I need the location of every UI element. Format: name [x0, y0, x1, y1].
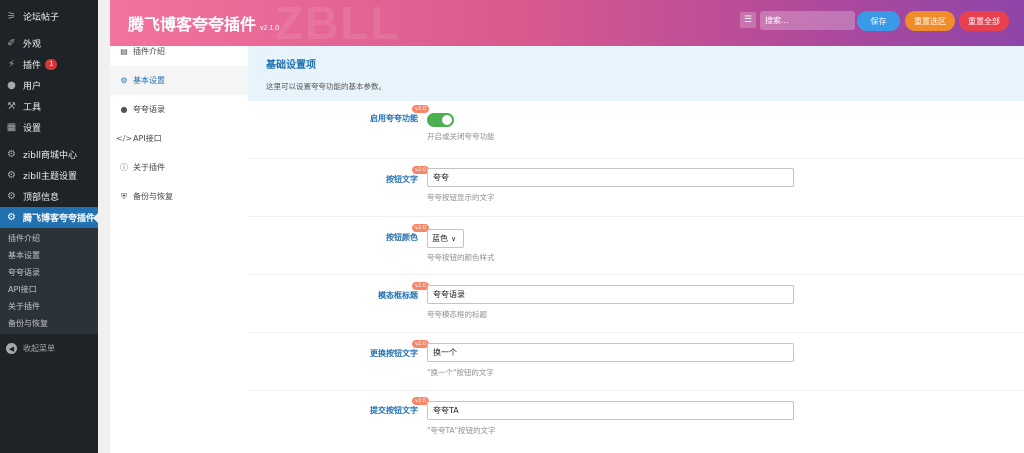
gear-icon: ⚙	[7, 211, 16, 223]
section-title: 基础设置项	[266, 60, 316, 71]
menu-item-zibll-theme[interactable]: ⚙ zibll主题设置	[0, 165, 98, 186]
code-icon: </>	[115, 134, 133, 143]
nav-quotes[interactable]: ● 夸夸语录	[110, 95, 248, 124]
user-icon: ●	[7, 79, 16, 91]
submenu-backup[interactable]: 备份与恢复	[0, 315, 98, 332]
submenu-quotes[interactable]: 夸夸语录	[0, 264, 98, 281]
field-label: 更换按钮文字	[370, 349, 418, 358]
collapse-icon: ◀	[6, 343, 17, 354]
field-help: 开启或关闭夸夸功能	[427, 132, 495, 141]
plug-icon: ⚡	[7, 58, 16, 70]
field-change-text: 更换按钮文字 v2.0 "换一个"按钮的文字	[248, 333, 1024, 391]
nav-basic-settings[interactable]: ⚙ 基本设置	[110, 66, 248, 95]
menu-item-top-info[interactable]: ⚙ 顶部信息	[0, 186, 98, 207]
section-description: 这里可以设置夸夸功能的基本参数。	[266, 82, 386, 91]
header-watermark: ZBLL	[275, 0, 401, 46]
change-button-text-input[interactable]	[427, 343, 794, 362]
settings-icon: ▦	[6, 121, 17, 133]
nav-about[interactable]: ⓘ 关于插件	[110, 153, 248, 182]
plugin-update-badge: 1	[45, 59, 58, 70]
submenu-api[interactable]: API接口	[0, 281, 98, 298]
field-help: 夸夸按钮的颜色样式	[427, 253, 495, 262]
reset-section-button[interactable]: 重置选区	[905, 11, 955, 31]
wp-admin-sidebar: ⚞ 论坛帖子 ✐ 外观 ⚡ 插件 1 ● 用户 ⚒ 工具 ▦ 设置 ⚙ zibll商城中心 ⚙ z…	[0, 0, 98, 453]
menu-item-forum[interactable]: ⚞ 论坛帖子	[0, 6, 98, 27]
menu-item-settings[interactable]: ▦ 设置	[0, 117, 98, 138]
field-enable: 启用夸夸功能 v2.0 开启或关闭夸夸功能	[248, 101, 1024, 159]
version-badge: v2.0	[412, 105, 429, 113]
field-modal-title: 模态框标题 v2.0 夸夸模态框的标题	[248, 275, 1024, 333]
field-button-text: 按钮文字 v2.0 夸夸按钮显示的文字	[248, 159, 1024, 217]
options-header: ZBLL 腾飞博客夸夸插件v2.1.0 ☰ 保存 重置选区 重置全部	[110, 0, 1024, 46]
field-label: 提交按钮文字	[370, 406, 418, 415]
collapse-menu-button[interactable]: ◀ 收起菜单	[0, 338, 98, 359]
submenu-intro[interactable]: 插件介绍	[0, 230, 98, 247]
field-button-color: 按钮颜色 v2.0 蓝色 ∨ 夸夸按钮的颜色样式	[248, 217, 1024, 275]
field-submit-text: 提交按钮文字 v2.0 "夸夸TA"按钮的文字	[248, 391, 1024, 449]
gear-icon: ⚙	[7, 148, 16, 160]
field-help: 夸夸按钮显示的文字	[427, 193, 495, 202]
enable-toggle[interactable]	[427, 113, 454, 127]
submit-button-text-input[interactable]	[427, 401, 794, 420]
options-search-input[interactable]	[760, 11, 855, 30]
button-color-select[interactable]: 蓝色 ∨	[427, 229, 464, 248]
info-icon: ⓘ	[120, 163, 128, 172]
menu-item-users[interactable]: ● 用户	[0, 75, 98, 96]
gear-icon: ⚙	[7, 190, 16, 202]
toggle-knob	[442, 115, 452, 125]
field-help: "换一个"按钮的文字	[427, 368, 494, 377]
reset-all-button[interactable]: 重置全部	[959, 11, 1009, 31]
field-label: 模态框标题	[378, 291, 418, 300]
field-label: 按钮颜色	[386, 233, 418, 242]
forum-icon: ⚞	[7, 10, 16, 22]
menu-item-appearance[interactable]: ✐ 外观	[0, 33, 98, 54]
nav-backup[interactable]: ⛨ 备份与恢复	[110, 182, 248, 211]
nav-api[interactable]: </> API接口	[110, 124, 248, 153]
options-nav: ▤ 插件介绍 ⚙ 基本设置 ● 夸夸语录 </> API接口 ⓘ 关于插件 ⛨ 备份与恢复	[110, 37, 248, 453]
shield-icon: ⛨	[121, 191, 127, 201]
submenu-about[interactable]: 关于插件	[0, 298, 98, 315]
section-heading: 基础设置项 这里可以设置夸夸功能的基本参数。	[248, 46, 1024, 101]
menu-item-kuakua-plugin[interactable]: ⚙ 腾飞博客夸夸插件	[0, 207, 98, 228]
header-title: 腾飞博客夸夸插件 v2.1.0	[128, 17, 280, 34]
menu-item-tools[interactable]: ⚒ 工具	[0, 96, 98, 117]
modal-title-input[interactable]	[427, 285, 794, 304]
save-button[interactable]: 保存	[857, 11, 900, 31]
wrench-icon: ⚒	[7, 100, 16, 112]
comment-icon: ●	[120, 105, 128, 114]
menu-item-zibll-shop[interactable]: ⚙ zibll商城中心	[0, 144, 98, 165]
plugin-submenu: 插件介绍 基本设置 夸夸语录 API接口 关于插件 备份与恢复	[0, 228, 98, 334]
field-label: 启用夸夸功能	[370, 114, 418, 123]
field-help: "夸夸TA"按钮的文字	[427, 426, 496, 435]
options-content: 基础设置项 这里可以设置夸夸功能的基本参数。 启用夸夸功能 v2.0 开启或关闭…	[248, 46, 1024, 453]
book-icon: ▤	[120, 47, 128, 56]
gear-icon: ⚙	[7, 169, 16, 181]
button-text-input[interactable]	[427, 168, 794, 187]
field-help: 夸夸模态框的标题	[427, 310, 487, 319]
menu-item-plugins[interactable]: ⚡ 插件 1	[0, 54, 98, 75]
brush-icon: ✐	[7, 37, 16, 49]
submenu-basic[interactable]: 基本设置	[0, 247, 98, 264]
gears-icon: ⚙	[120, 76, 128, 85]
expand-all-icon[interactable]: ☰	[740, 12, 756, 28]
chevron-down-icon: ∨	[451, 234, 457, 243]
header-version: v2.1.0	[260, 25, 280, 32]
field-label: 按钮文字	[386, 175, 418, 184]
